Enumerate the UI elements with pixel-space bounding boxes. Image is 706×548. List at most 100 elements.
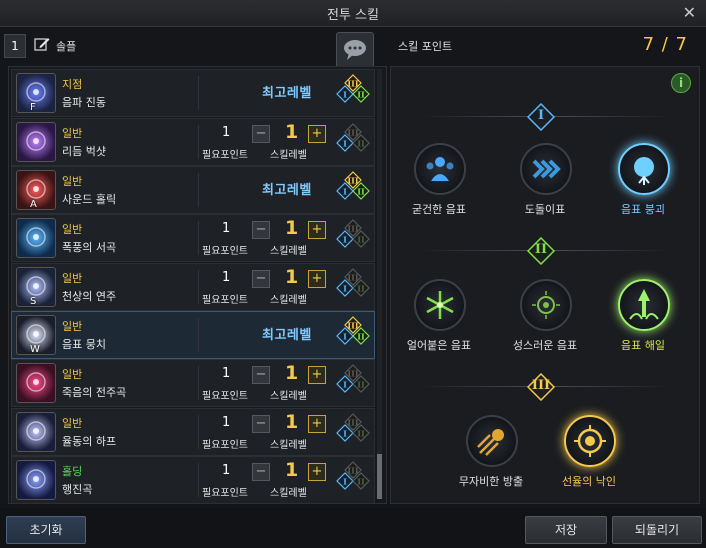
- skill-icon[interactable]: [16, 363, 56, 403]
- level-down-button[interactable]: −: [252, 463, 270, 481]
- revert-button[interactable]: 되돌리기: [612, 516, 702, 544]
- burst-icon[interactable]: [618, 143, 670, 195]
- wave-icon[interactable]: [618, 279, 670, 331]
- tripod-badges: III I II: [336, 316, 370, 345]
- skill-icon[interactable]: [16, 460, 56, 500]
- tripod-option[interactable]: 도돌이표: [499, 143, 591, 223]
- snowflake-icon[interactable]: [414, 279, 466, 331]
- required-points-value: 1: [222, 366, 231, 381]
- scrollbar[interactable]: [377, 69, 382, 499]
- row-divider: [198, 463, 199, 497]
- skill-hotkey: W: [30, 344, 40, 355]
- skill-row[interactable]: 홀딩 행진곡 1 필요포인트 − 1 + 스킬레벨 III I II: [11, 456, 375, 504]
- skill-row[interactable]: 일반 폭풍의 서곡 1 필요포인트 − 1 + 스킬레벨 III I II: [11, 214, 375, 262]
- preset-number[interactable]: 1: [4, 34, 26, 58]
- level-up-button[interactable]: +: [308, 221, 326, 239]
- svg-text:II: II: [357, 187, 365, 197]
- level-down-button[interactable]: −: [252, 125, 270, 143]
- skill-points-value: 7 / 7: [642, 34, 688, 55]
- skill-row[interactable]: 일반 리듬 벅샷 1 필요포인트 − 1 + 스킬레벨 III I II: [11, 118, 375, 166]
- svg-text:II: II: [357, 139, 365, 149]
- tripod-badges: III I II: [336, 74, 370, 103]
- max-level-label: 최고레벨: [262, 183, 312, 198]
- scrollbar-thumb[interactable]: [377, 454, 382, 499]
- skill-icon[interactable]: W: [16, 315, 56, 355]
- tier-badge: I: [527, 103, 555, 131]
- tripod-label: 성스러운 음표: [512, 339, 578, 352]
- tripod-option[interactable]: 음표 붕괴: [597, 143, 689, 223]
- tripod-option[interactable]: 성스러운 음표: [499, 279, 591, 359]
- skill-row[interactable]: F 지점 음파 진동 최고레벨 III I II: [11, 69, 375, 117]
- reset-button[interactable]: 초기화: [6, 516, 86, 544]
- required-points-value: 1: [222, 221, 231, 236]
- close-icon[interactable]: ✕: [683, 3, 696, 22]
- svg-text:I: I: [343, 380, 347, 390]
- edit-icon[interactable]: [34, 36, 50, 52]
- level-up-button[interactable]: +: [308, 415, 326, 433]
- tripod-option[interactable]: 선율의 낙인: [543, 415, 635, 495]
- level-up-button[interactable]: +: [308, 270, 326, 288]
- tripod-badges: III I II: [336, 123, 370, 152]
- tripod-label: 선율의 낙인: [561, 475, 617, 488]
- tripod-badges: III I II: [336, 413, 370, 442]
- skill-name: 음표 뭉치: [62, 338, 106, 351]
- tripod-option[interactable]: 얼어붙은 음표: [393, 279, 485, 359]
- svg-text:I: I: [343, 284, 347, 294]
- brand-icon[interactable]: [564, 415, 616, 467]
- svg-text:I: I: [343, 332, 347, 342]
- preset-name: 솔플: [56, 40, 77, 53]
- title-bar: 전투 스킬 ✕: [0, 0, 706, 27]
- skill-icon[interactable]: [16, 218, 56, 258]
- tripod-option[interactable]: 무자비한 방출: [445, 415, 537, 495]
- skill-icon[interactable]: S: [16, 267, 56, 307]
- group-icon[interactable]: [414, 143, 466, 195]
- required-points-label: 필요포인트: [202, 391, 248, 402]
- skill-icon[interactable]: A: [16, 170, 56, 210]
- chat-bubble-icon[interactable]: [336, 32, 374, 68]
- level-down-button[interactable]: −: [252, 270, 270, 288]
- tripod-option[interactable]: 음표 해일: [597, 279, 689, 359]
- skill-type: 일반: [62, 223, 83, 236]
- skill-row[interactable]: 일반 율동의 하프 1 필요포인트 − 1 + 스킬레벨 III I II: [11, 408, 375, 456]
- tripod-label: 굳건한 음표: [411, 203, 467, 216]
- level-up-button[interactable]: +: [308, 366, 326, 384]
- skill-icon[interactable]: [16, 122, 56, 162]
- comet-icon[interactable]: [466, 415, 518, 467]
- svg-text:II: II: [357, 332, 365, 342]
- svg-text:II: II: [357, 90, 365, 100]
- required-points-value: 1: [222, 463, 231, 478]
- tripod-badges: III I II: [336, 461, 370, 490]
- skill-level-label: 스킬레벨: [270, 150, 307, 161]
- skill-row[interactable]: A 일반 사운드 홀릭 최고레벨 III I II: [11, 166, 375, 214]
- skill-row[interactable]: W 일반 음표 뭉치 최고레벨 III I II: [11, 311, 375, 359]
- level-down-button[interactable]: −: [252, 415, 270, 433]
- skill-hotkey: A: [30, 199, 37, 210]
- tripod-option[interactable]: 굳건한 음표: [393, 143, 485, 223]
- required-points-label: 필요포인트: [202, 488, 248, 499]
- tripod-label: 도돌이표: [524, 203, 566, 216]
- level-down-button[interactable]: −: [252, 221, 270, 239]
- skill-level-label: 스킬레벨: [270, 295, 307, 306]
- svg-text:II: II: [357, 235, 365, 245]
- tripod-label: 얼어붙은 음표: [406, 339, 472, 352]
- skill-level-value: 1: [285, 362, 299, 384]
- svg-text:III: III: [347, 418, 358, 428]
- info-icon[interactable]: i: [671, 73, 691, 93]
- skill-icon[interactable]: F: [16, 73, 56, 113]
- skill-row[interactable]: S 일반 천상의 연주 1 필요포인트 − 1 + 스킬레벨 III I II: [11, 263, 375, 311]
- required-points-label: 필요포인트: [202, 440, 248, 451]
- row-divider: [198, 270, 199, 304]
- required-points-label: 필요포인트: [202, 150, 248, 161]
- skill-icon[interactable]: [16, 412, 56, 452]
- level-up-button[interactable]: +: [308, 125, 326, 143]
- sun-sigil-icon[interactable]: [520, 279, 572, 331]
- tripod-panel: i I 굳건한 음표 도돌이표 음표 붕괴 II 얼어붙은 음표 성스러운 음표…: [390, 66, 700, 504]
- svg-text:III: III: [347, 369, 358, 379]
- chevron-arrows-icon[interactable]: [520, 143, 572, 195]
- skill-row[interactable]: 일반 죽음의 전주곡 1 필요포인트 − 1 + 스킬레벨 III I II: [11, 359, 375, 407]
- level-down-button[interactable]: −: [252, 366, 270, 384]
- tripod-label: 음표 해일: [621, 339, 665, 352]
- tier-numeral: II: [534, 242, 548, 257]
- level-up-button[interactable]: +: [308, 463, 326, 481]
- save-button[interactable]: 저장: [525, 516, 607, 544]
